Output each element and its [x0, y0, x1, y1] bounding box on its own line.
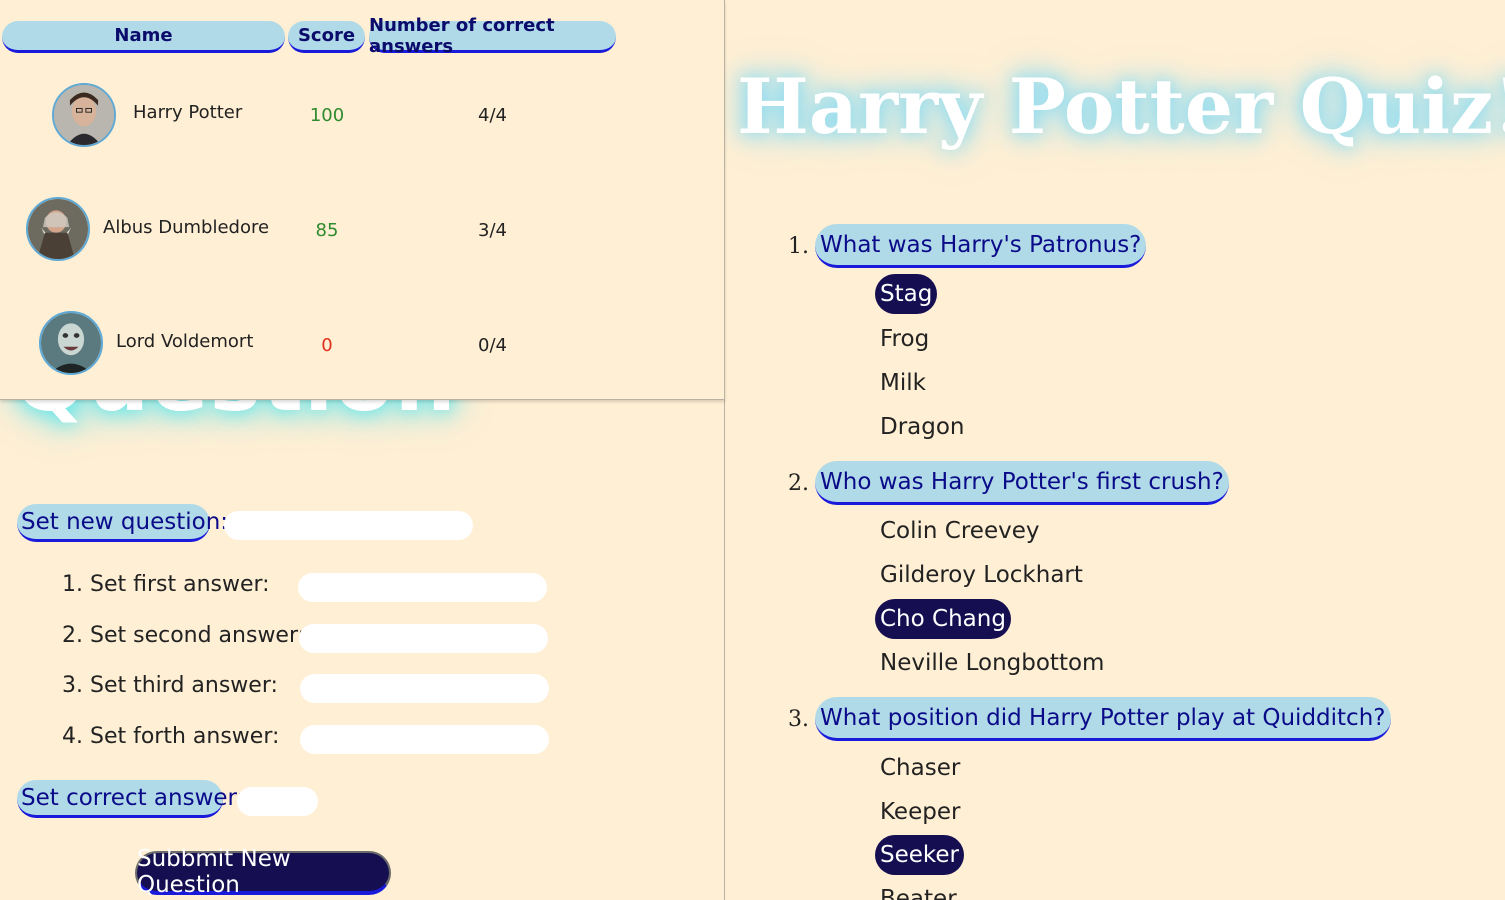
leaderboard-row: Lord Voldemort 0 0/4 — [0, 310, 724, 380]
albus-dumbledore-avatar — [26, 197, 90, 261]
answer-input-3[interactable] — [300, 674, 549, 703]
answer-label-2: 2. Set second answer: — [62, 623, 306, 648]
answer-option[interactable]: Keeper — [875, 792, 965, 832]
answer-option[interactable]: Chaser — [875, 748, 965, 788]
header-correct-answers: Number of correct answers — [369, 15, 616, 57]
set-correct-label: Set correct answer: — [17, 780, 244, 818]
question-number: 1. — [788, 234, 809, 259]
leaderboard-row: Albus Dumbledore 85 3/4 — [0, 195, 724, 265]
question-number: 3. — [788, 707, 809, 732]
lord-voldemort-avatar — [39, 311, 103, 375]
answer-option[interactable]: Dragon — [875, 407, 970, 447]
player-name: Albus Dumbledore — [103, 217, 270, 238]
answer-label-4: 4. Set forth answer: — [62, 724, 280, 749]
player-name: Lord Voldemort — [116, 331, 254, 352]
leaderboard: Name Score Number of correct answers Har… — [0, 0, 725, 400]
question-text: Who was Harry Potter's first crush? — [815, 461, 1229, 505]
answer-label-3: 3. Set third answer: — [62, 673, 278, 698]
answer-option[interactable]: Beater — [875, 879, 962, 900]
answer-option[interactable]: Seeker — [875, 835, 965, 875]
answer-option[interactable]: Neville Longbottom — [875, 643, 1109, 683]
question-text: What position did Harry Potter play at Q… — [815, 697, 1391, 741]
answer-option[interactable]: Gilderoy Lockhart — [875, 555, 1088, 595]
player-correct-count: 0/4 — [478, 335, 507, 356]
answer-input-1[interactable] — [298, 573, 547, 602]
quiz-panel: Harry Potter Quiz! 1. What was Harry's P… — [725, 0, 1505, 900]
answer-option[interactable]: Frog — [875, 319, 934, 359]
answer-input-4[interactable] — [300, 725, 549, 754]
player-name: Harry Potter — [133, 102, 243, 123]
quiz-title: Harry Potter Quiz! — [737, 62, 1505, 151]
question-text: What was Harry's Patronus? — [815, 224, 1147, 268]
question-number: 2. — [788, 471, 809, 496]
player-correct-count: 3/4 — [478, 220, 507, 241]
submit-new-question-button[interactable]: Subbmit New Question — [135, 846, 391, 898]
header-name: Name — [2, 21, 285, 53]
player-score: 100 — [309, 105, 345, 126]
answer-option[interactable]: Cho Chang — [875, 599, 1011, 639]
set-question-label: Set new question: — [17, 504, 228, 542]
correct-answer-input[interactable] — [237, 787, 318, 816]
answer-option[interactable]: Stag — [875, 274, 938, 314]
header-score: Score — [288, 21, 365, 53]
harry-potter-avatar — [52, 83, 116, 147]
form-title: Question — [14, 399, 457, 431]
new-question-input[interactable] — [224, 511, 473, 540]
answer-label-1: 1. Set first answer: — [62, 572, 270, 597]
new-question-form: Question Set new question: 1. Set first … — [0, 399, 725, 900]
player-correct-count: 4/4 — [478, 105, 507, 126]
leaderboard-row: Harry Potter 100 4/4 — [0, 80, 724, 150]
answer-input-2[interactable] — [299, 624, 548, 653]
player-score: 85 — [315, 220, 339, 241]
player-score: 0 — [321, 335, 333, 356]
answer-option[interactable]: Milk — [875, 363, 931, 403]
answer-option[interactable]: Colin Creevey — [875, 511, 1044, 551]
